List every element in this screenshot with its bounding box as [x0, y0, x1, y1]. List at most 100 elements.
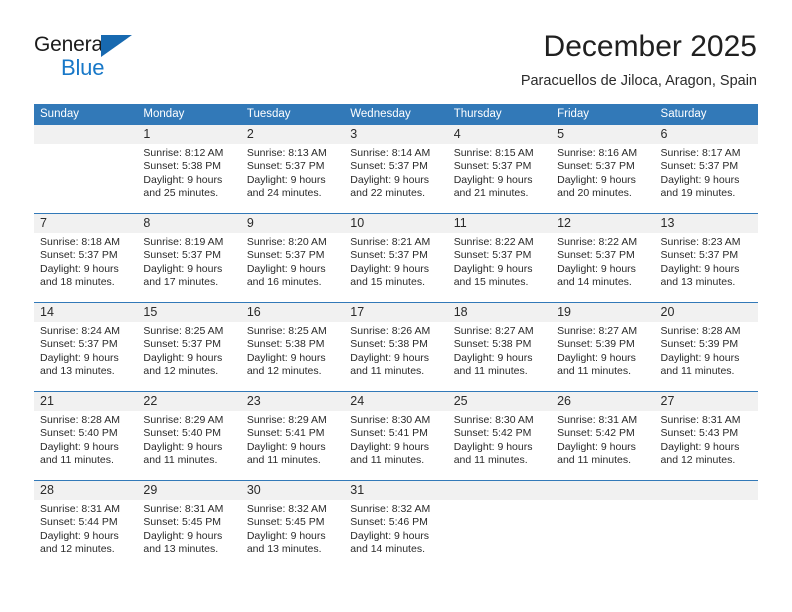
- day-daylight-1-text: Daylight: 9 hours: [557, 173, 636, 186]
- general-blue-logo[interactable]: General Blue: [34, 33, 174, 85]
- day-number[interactable]: 21: [34, 392, 137, 411]
- day-cell: Sunrise: 8:22 AM Sunset: 5:37 PM Daylight:…: [448, 233, 551, 302]
- day-daylight-1-text: Daylight: 9 hours: [557, 262, 636, 275]
- day-number-empty: [655, 481, 758, 500]
- page-subtitle: Paracuellos de Jiloca, Aragon, Spain: [520, 73, 757, 89]
- day-cell: Sunrise: 8:14 AM Sunset: 5:37 PM Daylight:…: [344, 144, 447, 213]
- day-number[interactable]: 11: [448, 214, 551, 233]
- day-sunrise-text: Sunrise: 8:23 AM: [660, 236, 741, 248]
- day-daylight-2-text: and 21 minutes.: [453, 187, 529, 200]
- day-daylight-1-text: Daylight: 9 hours: [143, 262, 223, 275]
- day-sunrise-text: Sunrise: 8:17 AM: [660, 147, 741, 159]
- day-number[interactable]: 5: [551, 125, 654, 144]
- day-sunrise-text: Sunrise: 8:31 AM: [557, 414, 638, 426]
- day-number[interactable]: 7: [34, 214, 137, 233]
- day-number[interactable]: 2: [241, 125, 344, 144]
- day-daylight-2-text: and 22 minutes.: [350, 187, 425, 200]
- day-sunrise-text: Sunrise: 8:13 AM: [246, 147, 327, 159]
- day-number[interactable]: 27: [655, 392, 758, 411]
- day-sunrise-text: Sunrise: 8:31 AM: [143, 503, 224, 515]
- day-cell: Sunrise: 8:31 AM Sunset: 5:44 PM Daylight:…: [34, 500, 137, 569]
- day-daylight-2-text: and 11 minutes.: [453, 454, 528, 467]
- day-number-empty: [34, 125, 137, 144]
- day-sunset-text: Sunset: 5:45 PM: [143, 516, 222, 529]
- day-number[interactable]: 4: [448, 125, 551, 144]
- day-daylight-2-text: and 14 minutes.: [350, 543, 425, 556]
- day-cell: Sunrise: 8:25 AM Sunset: 5:38 PM Daylight:…: [241, 322, 344, 391]
- day-sunset-text: Sunset: 5:37 PM: [453, 249, 532, 262]
- day-number[interactable]: 19: [551, 303, 654, 322]
- day-daylight-2-text: and 24 minutes.: [246, 187, 322, 200]
- day-cell-empty: [448, 500, 551, 569]
- day-number[interactable]: 17: [344, 303, 447, 322]
- day-cell: Sunrise: 8:13 AM Sunset: 5:37 PM Daylight:…: [241, 144, 344, 213]
- day-sunset-text: Sunset: 5:37 PM: [453, 160, 532, 173]
- day-number[interactable]: 9: [241, 214, 344, 233]
- day-number[interactable]: 16: [241, 303, 344, 322]
- day-daylight-1-text: Daylight: 9 hours: [557, 440, 636, 453]
- day-sunrise-text: Sunrise: 8:24 AM: [40, 325, 120, 337]
- day-number[interactable]: 12: [551, 214, 654, 233]
- day-sunset-text: Sunset: 5:42 PM: [557, 427, 635, 440]
- day-daylight-1-text: Daylight: 9 hours: [246, 529, 326, 542]
- day-number[interactable]: 3: [344, 125, 447, 144]
- day-sunrise-text: Sunrise: 8:29 AM: [246, 414, 327, 426]
- day-number[interactable]: 1: [137, 125, 240, 144]
- day-daylight-2-text: and 15 minutes.: [453, 276, 529, 289]
- day-of-week-wednesday: Wednesday: [350, 108, 411, 120]
- day-daylight-2-text: and 11 minutes.: [557, 365, 632, 378]
- day-cell: Sunrise: 8:17 AM Sunset: 5:37 PM Daylight:…: [655, 144, 758, 213]
- calendar-page: General Blue December 2025 Paracuellos d…: [0, 0, 792, 612]
- day-number[interactable]: 22: [137, 392, 240, 411]
- day-number[interactable]: 6: [655, 125, 758, 144]
- day-number[interactable]: 26: [551, 392, 654, 411]
- calendar-week-row: 14 15 16 17 18 19 20 Sunrise: 8:24 AM Sunset: 5:…: [34, 302, 758, 391]
- day-sunrise-text: Sunrise: 8:31 AM: [660, 414, 741, 426]
- day-daylight-2-text: and 11 minutes.: [143, 454, 218, 467]
- day-number[interactable]: 31: [344, 481, 447, 500]
- day-number[interactable]: 30: [241, 481, 344, 500]
- day-sunrise-text: Sunrise: 8:16 AM: [557, 147, 638, 159]
- day-number[interactable]: 8: [137, 214, 240, 233]
- day-daylight-1-text: Daylight: 9 hours: [660, 173, 740, 186]
- day-cell: Sunrise: 8:30 AM Sunset: 5:42 PM Daylight:…: [448, 411, 551, 480]
- day-sunrise-text: Sunrise: 8:26 AM: [350, 325, 431, 337]
- day-daylight-1-text: Daylight: 9 hours: [40, 351, 119, 364]
- day-number[interactable]: 10: [344, 214, 447, 233]
- day-number[interactable]: 20: [655, 303, 758, 322]
- day-daylight-1-text: Daylight: 9 hours: [453, 262, 533, 275]
- day-sunset-text: Sunset: 5:46 PM: [350, 516, 428, 529]
- day-number[interactable]: 23: [241, 392, 344, 411]
- day-daylight-1-text: Daylight: 9 hours: [246, 351, 326, 364]
- day-number[interactable]: 29: [137, 481, 240, 500]
- day-sunrise-text: Sunrise: 8:29 AM: [143, 414, 224, 426]
- day-sunset-text: Sunset: 5:37 PM: [143, 338, 222, 351]
- day-sunset-text: Sunset: 5:38 PM: [143, 160, 222, 173]
- day-of-week-saturday: Saturday: [660, 108, 707, 120]
- day-cell: Sunrise: 8:24 AM Sunset: 5:37 PM Daylight:…: [34, 322, 137, 391]
- day-cell-empty: [655, 500, 758, 569]
- day-daylight-2-text: and 11 minutes.: [40, 454, 114, 467]
- day-cell: Sunrise: 8:28 AM Sunset: 5:39 PM Daylight:…: [655, 322, 758, 391]
- day-daylight-1-text: Daylight: 9 hours: [660, 262, 740, 275]
- day-daylight-1-text: Daylight: 9 hours: [350, 262, 430, 275]
- day-daylight-2-text: and 11 minutes.: [246, 454, 321, 467]
- day-number[interactable]: 25: [448, 392, 551, 411]
- day-number[interactable]: 14: [34, 303, 137, 322]
- day-number[interactable]: 15: [137, 303, 240, 322]
- day-number[interactable]: 13: [655, 214, 758, 233]
- day-of-week-sunday: Sunday: [40, 108, 80, 120]
- day-of-week-tuesday: Tuesday: [246, 108, 291, 120]
- day-cell: Sunrise: 8:16 AM Sunset: 5:37 PM Daylight:…: [551, 144, 654, 213]
- day-daylight-1-text: Daylight: 9 hours: [350, 529, 430, 542]
- day-number[interactable]: 28: [34, 481, 137, 500]
- day-number[interactable]: 18: [448, 303, 551, 322]
- day-cell: Sunrise: 8:22 AM Sunset: 5:37 PM Daylight:…: [551, 233, 654, 302]
- day-cell: Sunrise: 8:19 AM Sunset: 5:37 PM Daylight:…: [137, 233, 240, 302]
- day-sunrise-text: Sunrise: 8:27 AM: [453, 325, 534, 337]
- day-daylight-1-text: Daylight: 9 hours: [143, 529, 223, 542]
- day-sunrise-text: Sunrise: 8:14 AM: [350, 147, 431, 159]
- page-title: December 2025: [543, 30, 757, 63]
- day-number[interactable]: 24: [344, 392, 447, 411]
- day-daylight-2-text: and 13 minutes.: [660, 276, 736, 289]
